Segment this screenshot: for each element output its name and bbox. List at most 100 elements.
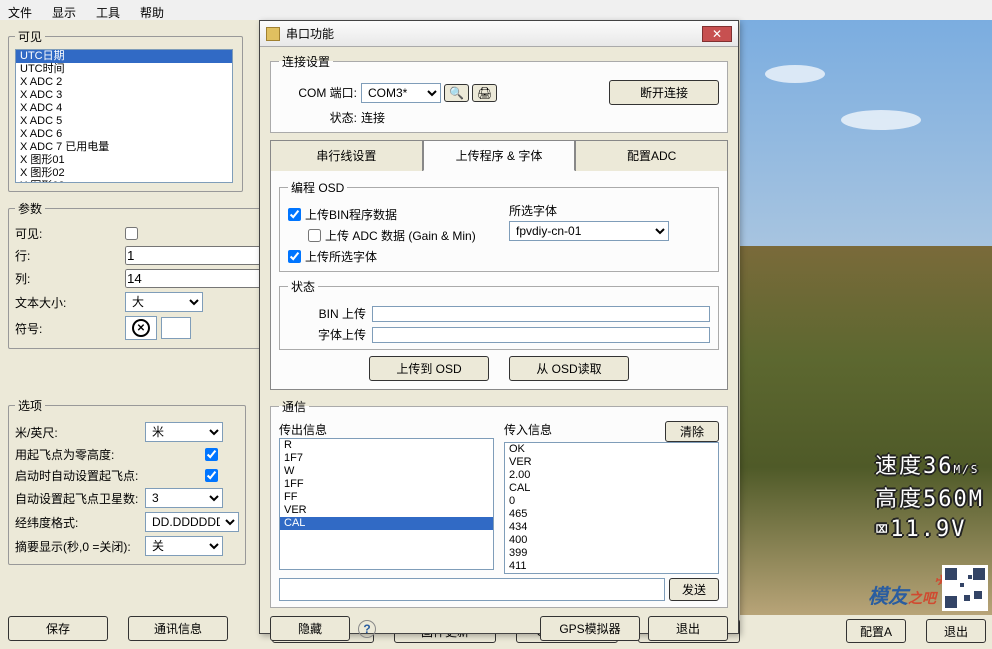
send-button[interactable]: 发送 (669, 578, 719, 601)
zero-alt-checkbox[interactable] (205, 448, 218, 461)
out-listbox[interactable]: R1F7W1FFFFVERCAL (279, 438, 494, 570)
osd-batt: ⌧11.9V (875, 515, 984, 545)
com-select[interactable]: COM3* (361, 83, 441, 103)
list-item[interactable]: UTC日期 (16, 50, 232, 63)
upload-osd-button[interactable]: 上传到 OSD (369, 356, 489, 381)
list-item[interactable]: UTC时间 (16, 63, 232, 76)
hide-button[interactable]: 隐藏 (270, 616, 350, 641)
read-osd-button[interactable]: 从 OSD读取 (509, 356, 629, 381)
latlon-select[interactable]: DD.DDDDDD (145, 512, 239, 532)
list-item[interactable]: X ADC 5 (16, 115, 232, 128)
list-item[interactable]: VER (280, 504, 493, 517)
visible-legend: 可见 (15, 28, 45, 45)
tab-upload[interactable]: 上传程序 & 字体 (423, 140, 576, 171)
state-value: 连接 (361, 109, 385, 126)
list-item[interactable]: X ADC 7 已用电量 (16, 141, 232, 154)
serial-dialog: 串口功能 ✕ 连接设置 COM 端口: COM3* 🔍 🖨 断开连接 状态: 连… (259, 20, 739, 634)
visible-label: 可见: (15, 225, 125, 242)
status-group: 状态 BIN 上传 字体上传 (279, 278, 719, 350)
list-item[interactable]: FF (280, 491, 493, 504)
prog-legend: 编程 OSD (288, 179, 347, 196)
help-icon[interactable]: ? (358, 620, 376, 638)
symbol-label: 符号: (15, 320, 125, 337)
close-icon[interactable]: ✕ (702, 26, 732, 42)
qr-code (942, 565, 988, 611)
latlon-label: 经纬度格式: (15, 514, 145, 531)
upload-bin-label: 上传BIN程序数据 (305, 206, 397, 223)
list-item[interactable]: OK (505, 443, 718, 456)
left-column: 可见 UTC日期UTC时间X ADC 2X ADC 3X ADC 4X ADC … (8, 28, 243, 573)
list-item[interactable]: W (280, 465, 493, 478)
list-item[interactable]: X 图形02 (16, 167, 232, 180)
row-label: 行: (15, 247, 125, 264)
list-item[interactable]: 0 (505, 495, 718, 508)
list-item[interactable]: X ADC 4 (16, 102, 232, 115)
list-item[interactable]: X ADC 3 (16, 89, 232, 102)
prog-group: 编程 OSD 上传BIN程序数据 上传 ADC 数据 (Gain & Min) … (279, 179, 719, 272)
clear-button[interactable]: 清除 (665, 421, 719, 442)
dialog-titlebar[interactable]: 串口功能 ✕ (260, 21, 738, 47)
list-item[interactable]: 411 (505, 560, 718, 573)
list-item[interactable]: 1FF (280, 478, 493, 491)
visible-listbox[interactable]: UTC日期UTC时间X ADC 2X ADC 3X ADC 4X ADC 5X … (15, 49, 233, 183)
list-item[interactable]: 465 (505, 508, 718, 521)
options-panel: 选项 米/英尺: 米 用起飞点为零高度: 启动时自动设置起飞点: 自动设置起飞点… (8, 397, 246, 565)
visible-panel: 可见 UTC日期UTC时间X ADC 2X ADC 3X ADC 4X ADC … (8, 28, 243, 192)
size-label: 文本大小: (15, 294, 125, 311)
font-select[interactable]: fpvdiy-cn-01 (509, 221, 669, 241)
list-item[interactable]: VER (505, 456, 718, 469)
list-item[interactable]: X ADC 6 (16, 128, 232, 141)
sat-select[interactable]: 3 (145, 488, 223, 508)
bg-exit-button[interactable]: 退出 (926, 619, 986, 643)
com-label: COM 端口: (279, 84, 357, 101)
dlg-exit-button[interactable]: 退出 (648, 616, 728, 641)
list-item[interactable]: X 图形03 (16, 180, 232, 183)
bottom-buttons: 保存 通讯信息 (8, 616, 228, 641)
dlg-gps-sim-button[interactable]: GPS模拟器 (540, 616, 640, 641)
dialog-body: 连接设置 COM 端口: COM3* 🔍 🖨 断开连接 状态: 连接 串行线设置… (260, 47, 738, 647)
list-item[interactable]: CAL (280, 517, 493, 530)
upload-font-checkbox[interactable] (288, 250, 301, 263)
cfg-a-button[interactable]: 配置A (846, 619, 906, 643)
list-item[interactable]: X ADC 2 (16, 76, 232, 89)
tab-adc[interactable]: 配置ADC (575, 140, 728, 171)
device-icon[interactable]: 🖨 (472, 84, 497, 102)
visible-checkbox[interactable] (125, 227, 138, 240)
send-input[interactable] (279, 578, 665, 601)
upload-adc-checkbox[interactable] (308, 229, 321, 242)
bin-progress (372, 306, 710, 322)
unit-label: 米/英尺: (15, 424, 145, 441)
list-item[interactable]: 400 (505, 534, 718, 547)
list-item[interactable]: 1F7 (280, 452, 493, 465)
symbol-box[interactable] (161, 317, 191, 339)
list-item[interactable]: 434 (505, 521, 718, 534)
list-item[interactable]: 398 (505, 573, 718, 574)
list-item[interactable]: 399 (505, 547, 718, 560)
list-item[interactable]: 2.00 (505, 469, 718, 482)
in-listbox[interactable]: OKVER2.00CAL0465434400399411398 (504, 442, 719, 574)
ground (740, 246, 992, 615)
main-area: 可见 UTC日期UTC时间X ADC 2X ADC 3X ADC 4X ADC … (0, 20, 992, 649)
unit-select[interactable]: 米 (145, 422, 223, 442)
auto-set-label: 启动时自动设置起飞点: (15, 467, 205, 484)
digest-select[interactable]: 关 (145, 536, 223, 556)
comm-info-button[interactable]: 通讯信息 (128, 616, 228, 641)
disconnect-button[interactable]: 断开连接 (609, 80, 719, 105)
osd-speed: 速度36M/S (875, 452, 984, 485)
refresh-icon[interactable]: 🔍 (444, 84, 469, 102)
upload-bin-checkbox[interactable] (288, 208, 301, 221)
list-item[interactable]: X 图形01 (16, 154, 232, 167)
auto-set-checkbox[interactable] (205, 469, 218, 482)
bin-upload-label: BIN 上传 (288, 305, 366, 322)
sky (740, 20, 992, 246)
upload-font-label: 上传所选字体 (305, 248, 377, 265)
symbol-icon[interactable]: ✕ (132, 319, 150, 337)
tab-serial[interactable]: 串行线设置 (270, 140, 423, 171)
cloud (841, 110, 921, 130)
size-select[interactable]: 大 (125, 292, 203, 312)
font-progress (372, 327, 710, 343)
save-button[interactable]: 保存 (8, 616, 108, 641)
list-item[interactable]: R (280, 439, 493, 452)
list-item[interactable]: CAL (505, 482, 718, 495)
sat-label: 自动设置起飞点卫星数: (15, 490, 145, 507)
